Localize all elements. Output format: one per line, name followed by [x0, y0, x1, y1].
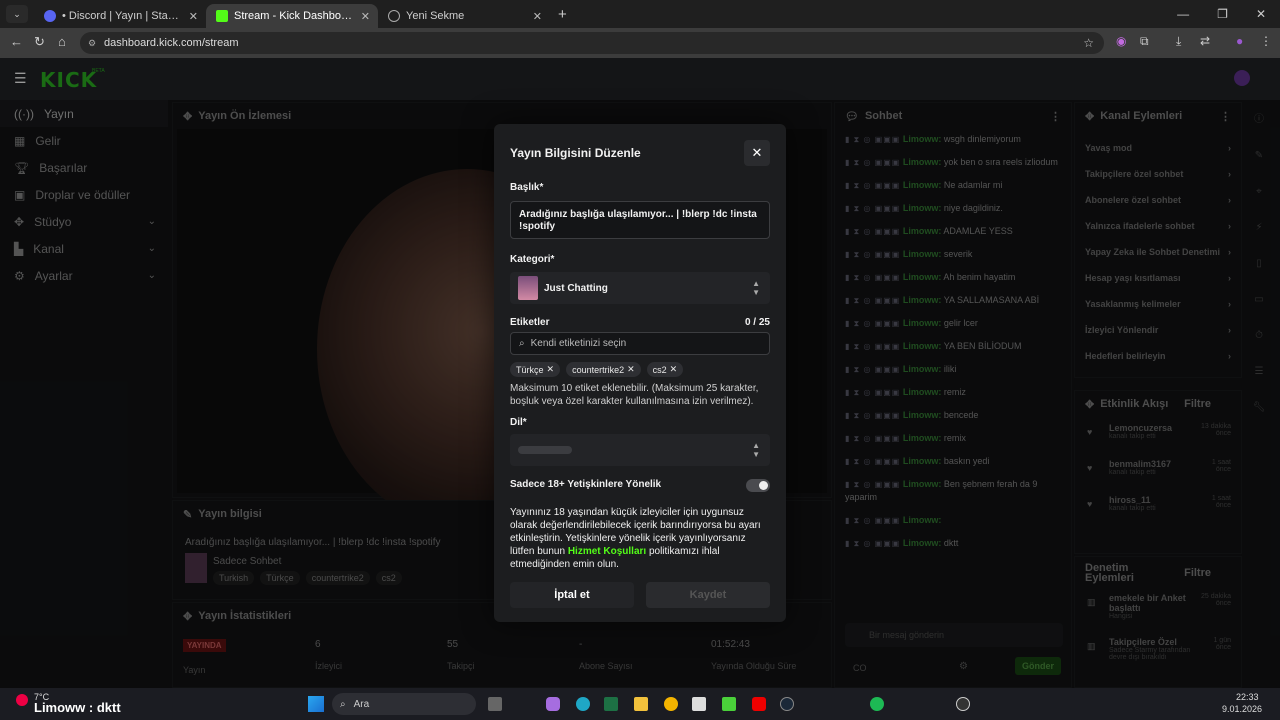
category-label: Kategori*: [510, 254, 555, 265]
chrome-icon[interactable]: [664, 697, 678, 711]
remove-tag-icon[interactable]: ✕: [627, 364, 635, 375]
reload-icon[interactable]: ↻: [34, 34, 45, 50]
language-label: Dil*: [510, 417, 527, 428]
tag-pill: Türkçe ✕: [510, 362, 561, 377]
tag-pill: countertrike2 ✕: [566, 362, 641, 377]
windows-start-icon[interactable]: [308, 696, 324, 712]
extensions-puzzle-icon[interactable]: ⧉: [1140, 34, 1149, 49]
tag-label: Türkçe: [516, 364, 544, 375]
search-label: Ara: [353, 698, 370, 710]
close-window-icon[interactable]: ✕: [1256, 7, 1266, 21]
tag-label: countertrike2: [572, 364, 625, 375]
url-field[interactable]: ⚙ dashboard.kick.com/stream ☆: [80, 32, 1104, 54]
window-controls: — ❐ ✕: [1177, 0, 1280, 28]
remove-tag-icon[interactable]: ✕: [547, 364, 555, 375]
close-icon: ✕: [751, 145, 763, 160]
spotify-icon[interactable]: [870, 697, 884, 711]
profile-avatar[interactable]: ●: [1236, 34, 1243, 48]
category-select[interactable]: Just Chatting ▲ ▼: [510, 272, 770, 304]
cancel-button[interactable]: İptal et: [510, 582, 634, 608]
tags-count: 0 / 25: [744, 317, 770, 328]
tab-new[interactable]: Yeni Sekme ✕: [378, 4, 550, 28]
windows-taskbar: 7°C Limoww : dktt ⌕ Ara 22:33 9.01.2026: [0, 688, 1280, 720]
url-text: dashboard.kick.com/stream: [104, 37, 239, 49]
new-tab-button[interactable]: +: [558, 6, 567, 23]
tab-discord[interactable]: • Discord | Yayın | Starmy & ✕: [34, 4, 206, 28]
selected-tags: Türkçe ✕ countertrike2 ✕ cs2 ✕: [510, 362, 684, 377]
clock-time: 22:33: [1236, 692, 1259, 702]
language-select[interactable]: ▲ ▼: [510, 434, 770, 466]
category-thumbnail: [518, 276, 538, 300]
tags-placeholder: Kendi etiketinizi seçin: [530, 337, 627, 349]
steam-icon[interactable]: [780, 697, 794, 711]
close-icon[interactable]: ✕: [189, 10, 198, 23]
close-icon[interactable]: ✕: [533, 10, 542, 23]
youtube-icon[interactable]: [752, 697, 766, 711]
now-playing-text: Limoww : dktt: [34, 700, 121, 715]
back-icon[interactable]: ←: [10, 34, 23, 49]
kick-header: ☰ KICK BETA: [0, 58, 1280, 100]
download-icon[interactable]: ⤓: [1176, 34, 1181, 49]
title-input[interactable]: Aradığınız başlığa ulaşılamıyor... | !bl…: [510, 201, 770, 239]
discord-icon: [44, 10, 56, 22]
tags-label: Etiketler: [510, 317, 550, 328]
save-button[interactable]: Kaydet: [646, 582, 770, 608]
excel-icon[interactable]: [604, 697, 618, 711]
category-value: Just Chatting: [544, 282, 608, 294]
menu-dots-icon[interactable]: ⋮: [1260, 34, 1272, 48]
tab-kick-dashboard[interactable]: Stream - Kick Dashboard ✕: [206, 4, 378, 28]
tab-label: • Discord | Yayın | Starmy &: [62, 10, 182, 22]
copilot-icon[interactable]: [546, 697, 560, 711]
weather-icon[interactable]: [16, 694, 28, 706]
explorer-icon[interactable]: [634, 697, 648, 711]
search-icon: ⌕: [519, 337, 525, 349]
tag-pill: cs2 ✕: [646, 362, 684, 377]
tab-label: Stream - Kick Dashboard: [234, 10, 354, 22]
edge-icon[interactable]: [576, 697, 590, 711]
game-icon[interactable]: [722, 697, 736, 711]
select-arrows-icon: ▲ ▼: [752, 279, 760, 297]
obs-icon[interactable]: [956, 697, 970, 711]
tags-search-input[interactable]: ⌕ Kendi etiketinizi seçin: [510, 332, 770, 355]
kick-icon: [216, 10, 228, 22]
remove-tag-icon[interactable]: ✕: [670, 364, 678, 375]
tag-label: cs2: [652, 364, 667, 375]
extension-icon[interactable]: ◉: [1116, 34, 1126, 48]
taskbar-search[interactable]: ⌕ Ara: [332, 693, 476, 715]
home-icon[interactable]: ⌂: [58, 34, 66, 49]
address-bar-row: ← ↻ ⌂ ⚙ dashboard.kick.com/stream ☆ ◉ ⧉ …: [0, 28, 1280, 58]
adult-label: Sadece 18+ Yetişkinlere Yönelik: [510, 479, 662, 490]
close-button[interactable]: ✕: [744, 140, 770, 166]
minimize-icon[interactable]: —: [1177, 7, 1189, 21]
edit-stream-info-modal: Yayın Bilgisini Düzenle ✕ Başlık* Aradığ…: [494, 124, 786, 622]
site-info-icon[interactable]: ⚙: [88, 38, 96, 49]
kick-logo[interactable]: KICK: [40, 68, 97, 92]
translate-icon[interactable]: ⇄: [1200, 34, 1210, 48]
tags-note: Maksimum 10 etiket eklenebilir. (Maksimu…: [510, 383, 759, 407]
tab-label: Yeni Sekme: [406, 10, 465, 22]
close-icon[interactable]: ✕: [361, 10, 370, 23]
star-icon[interactable]: ☆: [1083, 36, 1094, 50]
terms-link[interactable]: Hizmet Koşulları: [568, 546, 646, 557]
globe-icon: [388, 10, 400, 22]
adult-toggle[interactable]: [746, 479, 770, 492]
browser-tab-strip: ⌄ • Discord | Yayın | Starmy & ✕ Stream …: [0, 0, 1280, 28]
user-avatar[interactable]: [1234, 70, 1250, 86]
select-arrows-icon: ▲ ▼: [752, 441, 760, 459]
search-icon: ⌕: [340, 698, 346, 710]
hamburger-menu-icon[interactable]: ☰: [14, 70, 27, 87]
maximize-icon[interactable]: ❐: [1217, 7, 1228, 21]
clock-date: 9.01.2026: [1222, 704, 1263, 714]
adult-note: Yayınınız 18 yaşından küçük izleyiciler …: [510, 506, 772, 571]
task-view-icon[interactable]: [488, 697, 502, 711]
beta-badge: BETA: [92, 68, 105, 74]
language-value-placeholder: [518, 446, 572, 454]
title-label: Başlık*: [510, 182, 544, 193]
app-icon[interactable]: [692, 697, 706, 711]
modal-title: Yayın Bilgisini Düzenle: [510, 146, 641, 160]
tab-search-icon[interactable]: ⌄: [6, 5, 28, 23]
